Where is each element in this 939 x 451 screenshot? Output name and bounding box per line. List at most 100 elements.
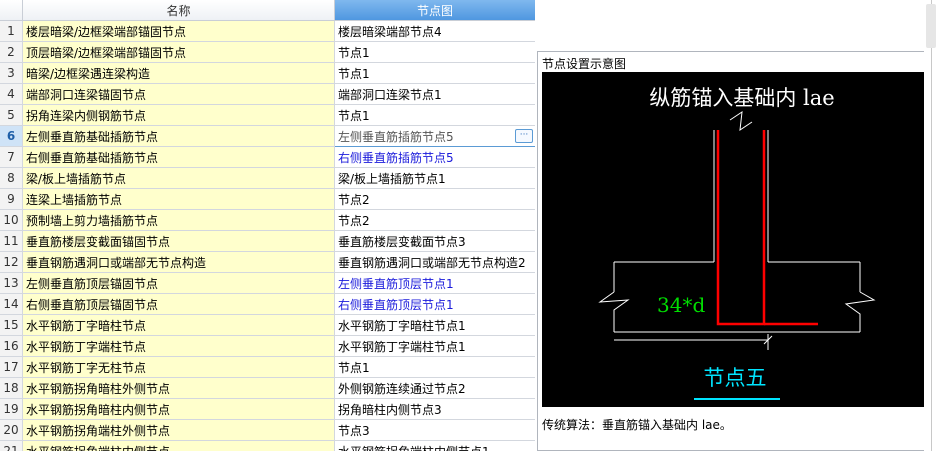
table-row[interactable]: 19 水平钢筋拐角暗柱内侧节点 拐角暗柱内侧节点3 — [0, 398, 535, 420]
table-row[interactable]: 5 拐角连梁内侧钢筋节点 节点1 — [0, 104, 535, 126]
table-row[interactable]: 10 预制墙上剪力墙插筋节点 节点2 — [0, 209, 535, 231]
table-row[interactable]: 2 顶层暗梁/边框梁端部锚固节点 节点1 — [0, 41, 535, 63]
diagram-svg: 纵筋锚入基础内 lae 34*d 节点五 — [598, 86, 876, 400]
row-number[interactable]: 7 — [0, 146, 23, 168]
node-name-cell[interactable]: 左侧垂直筋基础插筋节点 — [22, 125, 335, 147]
node-name-cell[interactable]: 水平钢筋丁字端柱节点 — [22, 335, 335, 357]
node-name-cell[interactable]: 水平钢筋拐角暗柱外侧节点 — [22, 377, 335, 399]
node-value-cell[interactable]: 楼层暗梁端部节点4 — [334, 20, 535, 42]
row-number[interactable]: 2 — [0, 41, 23, 63]
row-number[interactable]: 5 — [0, 104, 23, 126]
table-row[interactable]: 4 端部洞口连梁锚固节点 端部洞口连梁节点1 — [0, 83, 535, 105]
row-number[interactable]: 16 — [0, 335, 23, 357]
table-body: 1 楼层暗梁/边框梁端部锚固节点 楼层暗梁端部节点4 2 顶层暗梁/边框梁端部锚固节点节… — [0, 20, 535, 451]
row-number[interactable]: 21 — [0, 440, 23, 451]
node-name-cell[interactable]: 垂直筋楼层变截面锚固节点 — [22, 230, 335, 252]
node-name-cell[interactable]: 端部洞口连梁锚固节点 — [22, 83, 335, 105]
table-row[interactable]: 17 水平钢筋丁字无柱节点 节点1 — [0, 356, 535, 378]
table-row[interactable]: 16 水平钢筋丁字端柱节点 水平钢筋丁字端柱节点1 — [0, 335, 535, 357]
column-header-name[interactable]: 名称 — [22, 0, 335, 21]
table-row[interactable]: 15 水平钢筋丁字暗柱节点 水平钢筋丁字暗柱节点1 — [0, 314, 535, 336]
node-settings-grid: 名称 节点图 1 楼层暗梁/边框梁端部锚固节点 楼层暗梁端部节点4 2 顶层暗梁/边框梁… — [0, 0, 535, 451]
node-name-cell[interactable]: 垂直钢筋遇洞口或端部无节点构造 — [22, 251, 335, 273]
node-value-cell[interactable]: 左侧垂直筋顶层节点1 — [334, 272, 535, 294]
node-value-cell[interactable]: 节点1 — [334, 41, 535, 63]
row-number[interactable]: 8 — [0, 167, 23, 189]
footing-right-break — [844, 291, 876, 332]
node-value-cell[interactable]: 梁/板上墙插筋节点1 — [334, 167, 535, 189]
node-name-cell[interactable]: 水平钢筋拐角暗柱内侧节点 — [22, 398, 335, 420]
row-number[interactable]: 14 — [0, 293, 23, 315]
row-number[interactable]: 12 — [0, 251, 23, 273]
row-number[interactable]: 10 — [0, 209, 23, 231]
table-row[interactable]: 7 右侧垂直筋基础插筋节点 右侧垂直筋插筋节点5 — [0, 146, 535, 168]
table-row[interactable]: 11 垂直筋楼层变截面锚固节点 垂直筋楼层变截面节点3 — [0, 230, 535, 252]
row-number[interactable]: 18 — [0, 377, 23, 399]
row-number[interactable]: 19 — [0, 398, 23, 420]
node-name-cell[interactable]: 楼层暗梁/边框梁端部锚固节点 — [22, 20, 335, 42]
row-number[interactable]: 20 — [0, 419, 23, 441]
node-name-cell[interactable]: 右侧垂直筋基础插筋节点 — [22, 146, 335, 168]
row-number[interactable]: 13 — [0, 272, 23, 294]
node-value-cell[interactable]: 左侧垂直筋插筋节点5 ··· — [334, 125, 535, 147]
table-row[interactable]: 18 水平钢筋拐角暗柱外侧节点 外侧钢筋连续通过节点2 — [0, 377, 535, 399]
node-value-cell[interactable]: 外侧钢筋连续通过节点2 — [334, 377, 535, 399]
row-number[interactable]: 9 — [0, 188, 23, 210]
node-name-cell[interactable]: 左侧垂直筋顶层锚固节点 — [22, 272, 335, 294]
ellipsis-button-icon[interactable]: ··· — [515, 129, 533, 143]
table-row[interactable]: 3 暗梁/边框梁遇连梁构造 节点1 — [0, 62, 535, 84]
row-number[interactable]: 4 — [0, 83, 23, 105]
node-name-cell[interactable]: 右侧垂直筋顶层锚固节点 — [22, 293, 335, 315]
table-row[interactable]: 13 左侧垂直筋顶层锚固节点 左侧垂直筋顶层节点1 — [0, 272, 535, 294]
node-name-cell[interactable]: 预制墙上剪力墙插筋节点 — [22, 209, 335, 231]
node-value-cell[interactable]: 水平钢筋丁字端柱节点1 — [334, 335, 535, 357]
row-number[interactable]: 1 — [0, 20, 23, 42]
node-diagram-panel: 节点设置示意图 纵筋锚入基础内 lae 34*d 节点五 传统算法：垂直筋锚入基… — [537, 51, 937, 451]
node-value-editor[interactable]: 左侧垂直筋插筋节点5 ··· — [336, 127, 535, 145]
node-value-cell[interactable]: 水平钢筋丁字暗柱节点1 — [334, 314, 535, 336]
node-value-cell[interactable]: 节点1 — [334, 104, 535, 126]
scrollbar-track — [931, 0, 932, 451]
node-value-cell[interactable]: 端部洞口连梁节点1 — [334, 83, 535, 105]
node-value-cell[interactable]: 节点2 — [334, 209, 535, 231]
row-number[interactable]: 11 — [0, 230, 23, 252]
row-number[interactable]: 17 — [0, 356, 23, 378]
algorithm-caption: 传统算法：垂直筋锚入基础内 lae。 — [542, 418, 732, 432]
table-row[interactable]: 9 连梁上墙插筋节点 节点2 — [0, 188, 535, 210]
vertical-scrollbar[interactable] — [924, 0, 939, 451]
row-number[interactable]: 3 — [0, 62, 23, 84]
node-name-cell[interactable]: 水平钢筋拐角端柱内侧节点 — [22, 440, 335, 451]
node-name-cell[interactable]: 水平钢筋丁字无柱节点 — [22, 356, 335, 378]
scrollbar-thumb[interactable] — [926, 4, 936, 48]
node-name-cell[interactable]: 连梁上墙插筋节点 — [22, 188, 335, 210]
row-number[interactable]: 6 — [0, 125, 23, 147]
node-value-cell[interactable]: 节点3 — [334, 419, 535, 441]
row-number-header — [0, 0, 23, 21]
table-row[interactable]: 20 水平钢筋拐角端柱外侧节点 节点3 — [0, 419, 535, 441]
node-value-cell[interactable]: 节点1 — [334, 62, 535, 84]
table-row[interactable]: 14 右侧垂直筋顶层锚固节点 右侧垂直筋顶层节点1 — [0, 293, 535, 315]
node-name-cell[interactable]: 梁/板上墙插筋节点 — [22, 167, 335, 189]
node-name-cell[interactable]: 暗梁/边框梁遇连梁构造 — [22, 62, 335, 84]
node-name-cell[interactable]: 水平钢筋拐角端柱外侧节点 — [22, 419, 335, 441]
node-value-cell[interactable]: 节点1 — [334, 356, 535, 378]
node-value-cell[interactable]: 垂直钢筋遇洞口或端部无节点构造2 — [334, 251, 535, 273]
node-value-cell[interactable]: 垂直筋楼层变截面节点3 — [334, 230, 535, 252]
node-value-cell[interactable]: 右侧垂直筋顶层节点1 — [334, 293, 535, 315]
node-value-cell[interactable]: 拐角暗柱内侧节点3 — [334, 398, 535, 420]
table-row[interactable]: 8 梁/板上墙插筋节点 梁/板上墙插筋节点1 — [0, 167, 535, 189]
column-header-node[interactable]: 节点图 — [334, 0, 535, 21]
node-name-cell[interactable]: 水平钢筋丁字暗柱节点 — [22, 314, 335, 336]
node-name-cell[interactable]: 拐角连梁内侧钢筋节点 — [22, 104, 335, 126]
node-value-cell[interactable]: 节点2 — [334, 188, 535, 210]
row-number[interactable]: 15 — [0, 314, 23, 336]
node-name-cell[interactable]: 顶层暗梁/边框梁端部锚固节点 — [22, 41, 335, 63]
table-row[interactable]: 12 垂直钢筋遇洞口或端部无节点构造 垂直钢筋遇洞口或端部无节点构造2 — [0, 251, 535, 273]
node-value-cell[interactable]: 右侧垂直筋插筋节点5 — [334, 146, 535, 168]
table-row[interactable]: 21水平钢筋拐角端柱内侧节点水平钢筋拐角端柱内侧节点1 — [0, 440, 535, 451]
table-row[interactable]: 1 楼层暗梁/边框梁端部锚固节点 楼层暗梁端部节点4 — [0, 20, 535, 42]
wall-break-symbol — [729, 110, 753, 132]
table-row[interactable]: 6 左侧垂直筋基础插筋节点 左侧垂直筋插筋节点5 ··· — [0, 125, 535, 147]
node-value-cell[interactable]: 水平钢筋拐角端柱内侧节点1 — [334, 440, 535, 451]
diagram-title: 纵筋锚入基础内 lae — [649, 86, 834, 110]
